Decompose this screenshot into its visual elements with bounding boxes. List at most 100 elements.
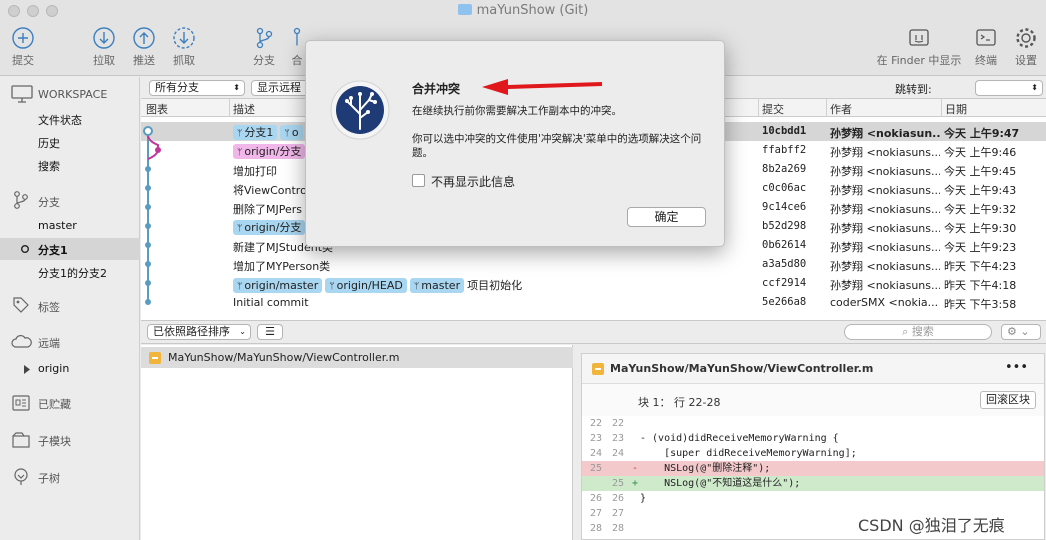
subtrees-header[interactable]: 子树 <box>38 470 60 486</box>
list-icon: ☰ <box>265 325 275 338</box>
sidebar-item-history[interactable]: 历史 <box>38 135 60 151</box>
settings-button[interactable]: 设置 <box>1010 26 1042 68</box>
diff-sign: - <box>632 463 639 474</box>
branch-icon: ᛘ <box>413 282 420 292</box>
search-input[interactable]: ⌕ 搜索 <box>844 324 992 340</box>
show-in-finder-button[interactable]: 在 Finder 中显示 <box>870 26 968 68</box>
branch-icon <box>256 27 273 49</box>
column-graph[interactable]: 图表 <box>146 101 168 117</box>
graph-node <box>145 299 151 305</box>
stash-icon <box>12 395 30 411</box>
commit-row[interactable]: ᛘ origin/master ᛘ origin/HEAD ᛘ master 项目初始化 c… <box>141 274 1046 293</box>
diff-sign: + <box>632 478 639 489</box>
remote-branch-tag: ᛘ origin/分支 <box>233 144 306 159</box>
graph-line-branch <box>147 134 159 160</box>
stash-header[interactable]: 已贮藏 <box>38 396 71 412</box>
graph-node-head <box>143 126 153 136</box>
column-description[interactable]: 描述 <box>233 101 255 117</box>
pull-button[interactable]: 拉取 <box>88 26 120 68</box>
updown-chevron-icon: ⬍ <box>233 83 240 92</box>
graph-node <box>145 166 151 172</box>
subtree-icon <box>14 468 28 485</box>
title-bar: maYunShow (Git) <box>0 0 1046 22</box>
sidebar-item-branch-1-sub-2[interactable]: 分支1的分支2 <box>38 265 107 281</box>
new-line-number: 27 <box>611 508 624 519</box>
graph-node <box>145 280 151 286</box>
diff-line-removed[interactable]: 25 - NSLog(@"删除注释"); <box>582 461 1044 476</box>
diff-code: } <box>640 493 647 504</box>
branch-filter-dropdown[interactable]: 所有分支 ⬍ <box>149 80 245 96</box>
column-author[interactable]: 作者 <box>830 101 852 117</box>
new-line-number: 26 <box>611 493 624 504</box>
submodules-header[interactable]: 子模块 <box>38 433 71 449</box>
tag-icon <box>13 297 29 313</box>
new-line-number: 22 <box>611 418 624 429</box>
merge-button[interactable]: 合 <box>288 26 306 68</box>
more-options-button[interactable]: ••• <box>1005 360 1028 375</box>
column-commit[interactable]: 提交 <box>762 101 784 117</box>
diff-line[interactable]: 23 23 - (void)didReceiveMemoryWarning { <box>582 431 1044 446</box>
options-gear-button[interactable]: ⚙ ⌄ <box>1001 324 1041 340</box>
search-icon: ⌕ <box>902 325 912 338</box>
diff-code: - (void)didReceiveMemoryWarning { <box>640 433 839 444</box>
branch-icon: ᛘ <box>284 129 290 139</box>
diff-line[interactable]: 26 26} <box>582 491 1044 506</box>
dont-show-again-checkbox[interactable] <box>412 174 425 187</box>
new-line-number: 23 <box>611 433 624 444</box>
sidebar-item-branch-master[interactable]: master <box>38 219 77 232</box>
graph-node <box>145 223 151 229</box>
sidebar-item-branch-1[interactable]: 分支1 <box>38 242 68 258</box>
diff-code: [super didReceiveMemoryWarning]; <box>640 448 857 459</box>
hunk-header: 块 1： 行 22-28 回滚区块 <box>582 384 1044 416</box>
modified-file-icon <box>149 352 161 364</box>
diff-line-added[interactable]: 25 + NSLog(@"不知道这是什么"); <box>582 476 1044 491</box>
tags-header[interactable]: 标签 <box>38 299 60 315</box>
commit-button[interactable]: 提交 <box>8 26 38 68</box>
watermark: CSDN @独泪了无痕 <box>858 516 1005 535</box>
disclosure-triangle-icon[interactable] <box>23 365 31 374</box>
discard-hunk-button[interactable]: 回滚区块 <box>980 391 1036 409</box>
jump-to-dropdown[interactable]: ⬍ <box>975 80 1043 96</box>
diff-line[interactable]: 22 22 <box>582 416 1044 431</box>
push-button[interactable]: 推送 <box>128 26 160 68</box>
file-row[interactable]: MaYunShow/MaYunShow/ViewController.m <box>141 347 573 368</box>
commit-row[interactable]: Initial commit 5e266a8 coderSMX <nokia..… <box>141 293 1046 312</box>
merge-conflict-dialog: 合并冲突 在继续执行前你需要解决工作副本中的冲突。 你可以选中冲突的文件使用'冲… <box>305 40 725 247</box>
gear-icon: ⚙ ⌄ <box>1007 325 1030 338</box>
graph-node <box>145 185 151 191</box>
terminal-button[interactable]: 终端 <box>971 26 1001 68</box>
remote-branch-tag: ᛘ origin/分支 <box>233 220 306 235</box>
new-line-number: 28 <box>611 523 624 534</box>
sidebar: WORKSPACE 文件状态 历史 搜索 分支 master 分支1 分支1的分… <box>0 77 140 540</box>
remotes-header[interactable]: 远端 <box>38 335 60 351</box>
sidebar-item-file-status[interactable]: 文件状态 <box>38 112 82 128</box>
new-line-number: 25 <box>611 478 624 489</box>
commit-row[interactable]: 增加了MYPerson类 a3a5d80 孙梦翔 <nokiasuns... 昨… <box>141 255 1046 274</box>
sourcetree-logo-icon <box>330 80 390 140</box>
branch-tag: ᛘo <box>280 125 303 140</box>
column-date[interactable]: 日期 <box>945 101 967 117</box>
diff-code: NSLog(@"不知道这是什么"); <box>640 478 801 489</box>
branches-header[interactable]: 分支 <box>38 194 60 210</box>
sort-dropdown[interactable]: 已依照路径排序 ⌄ <box>147 324 251 340</box>
old-line-number: 27 <box>589 508 602 519</box>
branch-icon: ᛘ <box>237 148 243 158</box>
diff-line[interactable]: 24 24 [super didReceiveMemoryWarning]; <box>582 446 1044 461</box>
pull-icon <box>93 27 115 49</box>
sidebar-item-remote-origin[interactable]: origin <box>38 362 69 375</box>
branch-button[interactable]: 分支 <box>248 26 280 68</box>
jump-to-label: 跳转到: <box>895 83 932 96</box>
new-line-number: 24 <box>611 448 624 459</box>
list-view-button[interactable]: ☰ <box>257 324 283 340</box>
file-list-pane: MaYunShow/MaYunShow/ViewController.m <box>141 345 573 540</box>
ok-button[interactable]: 确定 <box>627 207 706 227</box>
commit-graph <box>143 126 161 305</box>
submodule-icon <box>12 432 30 448</box>
fetch-button[interactable]: 抓取 <box>168 26 200 68</box>
sidebar-item-search[interactable]: 搜索 <box>38 158 60 174</box>
old-line-number: 25 <box>589 463 602 474</box>
dialog-title: 合并冲突 <box>412 82 461 96</box>
merge-icon <box>293 27 301 46</box>
updown-chevron-icon: ⬍ <box>1031 83 1038 92</box>
push-icon <box>133 27 155 49</box>
